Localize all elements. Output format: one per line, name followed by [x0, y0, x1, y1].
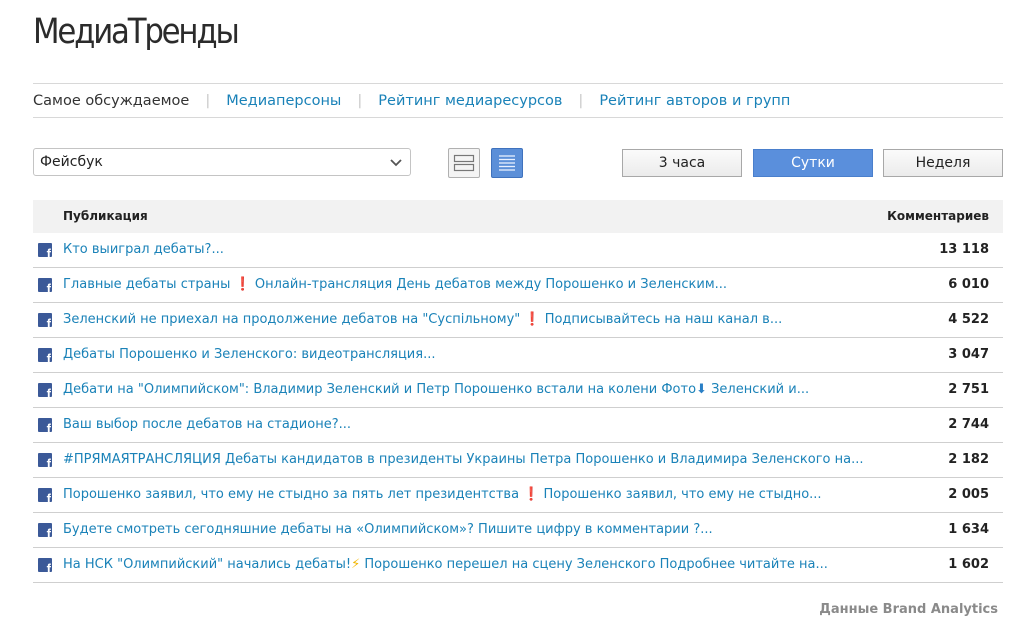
list-icon — [499, 155, 515, 171]
app-title: МедиаТренды — [33, 12, 240, 52]
comment-count: 2 182 — [948, 452, 989, 467]
column-header-publication[interactable]: Публикация — [63, 209, 148, 223]
nav-separator: | — [578, 93, 584, 109]
facebook-icon: f — [38, 418, 52, 432]
table-row: f Дебати на "Олимпийском": Владимир Зеле… — [33, 373, 1003, 408]
facebook-icon: f — [38, 348, 52, 362]
nav-item-media-persons[interactable]: Медиаперсоны — [226, 93, 341, 109]
comment-count: 1 634 — [948, 522, 989, 537]
table-header: Публикация Комментариев — [33, 200, 1003, 233]
facebook-icon: f — [38, 313, 52, 327]
nav-item-media-resources-rating[interactable]: Рейтинг медиаресурсов — [378, 93, 562, 109]
nav-divider — [33, 117, 1003, 118]
comment-count: 1 602 — [948, 557, 989, 572]
publication-link[interactable]: Порошенко заявил, что ему не стыдно за п… — [63, 487, 822, 502]
table-row: f Дебаты Порошенко и Зеленского: видеотр… — [33, 338, 1003, 373]
publication-link[interactable]: Дебати на "Олимпийском": Владимир Зеленс… — [63, 382, 809, 397]
comment-count: 2 751 — [948, 382, 989, 397]
table-row: f Зеленский не приехал на продолжение де… — [33, 303, 1003, 338]
facebook-icon: f — [38, 488, 52, 502]
table-row: f На НСК "Олимпийский" начались дебаты!⚡… — [33, 548, 1003, 583]
publication-link[interactable]: На НСК "Олимпийский" начались дебаты!⚡ П… — [63, 557, 828, 572]
publication-link[interactable]: #ПРЯМАЯТРАНСЛЯЦИЯ Дебаты кандидатов в пр… — [63, 452, 863, 467]
facebook-icon: f — [38, 278, 52, 292]
chevron-down-icon — [390, 159, 402, 167]
view-list-button[interactable] — [491, 148, 523, 178]
table-row: f #ПРЯМАЯТРАНСЛЯЦИЯ Дебаты кандидатов в … — [33, 443, 1003, 478]
publication-link[interactable]: Будете смотреть сегодняшние дебаты на «О… — [63, 522, 713, 537]
nav-separator: | — [205, 93, 211, 109]
table-row: f Главные дебаты страны ❗ Онлайн-трансля… — [33, 268, 1003, 303]
source-select[interactable]: Фейсбук — [33, 148, 411, 176]
publication-link[interactable]: Зеленский не приехал на продолжение деба… — [63, 312, 782, 327]
comment-count: 4 522 — [948, 312, 989, 327]
period-week-button[interactable]: Неделя — [883, 149, 1003, 177]
period-day-button[interactable]: Сутки — [753, 149, 873, 177]
comment-count: 6 010 — [948, 277, 989, 292]
view-two-rows-button[interactable] — [448, 148, 480, 178]
comment-count: 2 744 — [948, 417, 989, 432]
source-select-value: Фейсбук — [40, 154, 103, 170]
period-3h-button[interactable]: 3 часа — [622, 149, 742, 177]
table-row: f Будете смотреть сегодняшние дебаты на … — [33, 513, 1003, 548]
facebook-icon: f — [38, 453, 52, 467]
table-row: f Ваш выбор после дебатов на стадионе?..… — [33, 408, 1003, 443]
top-divider — [33, 83, 1003, 84]
exclamation-icon: ❗ — [523, 487, 540, 502]
facebook-icon: f — [38, 558, 52, 572]
comment-count: 2 005 — [948, 487, 989, 502]
publication-link[interactable]: Кто выиграл дебаты?... — [63, 242, 224, 257]
exclamation-icon: ❗ — [524, 312, 541, 327]
arrow-down-icon: ⬇ — [696, 382, 707, 397]
table-row: f Порошенко заявил, что ему не стыдно за… — [33, 478, 1003, 513]
main-nav: Самое обсуждаемое | Медиаперсоны | Рейти… — [33, 90, 790, 112]
exclamation-icon: ❗ — [234, 277, 251, 292]
comment-count: 3 047 — [948, 347, 989, 362]
facebook-icon: f — [38, 383, 52, 397]
column-header-comments[interactable]: Комментариев — [887, 209, 989, 223]
publications-table: f Кто выиграл дебаты?... 13 118 f Главны… — [33, 233, 1003, 583]
nav-item-most-discussed[interactable]: Самое обсуждаемое — [33, 93, 189, 109]
nav-item-authors-groups-rating[interactable]: Рейтинг авторов и групп — [599, 93, 790, 109]
comment-count: 13 118 — [939, 242, 989, 257]
lightning-icon: ⚡ — [351, 557, 361, 572]
publication-link[interactable]: Дебаты Порошенко и Зеленского: видеотран… — [63, 347, 435, 362]
data-source-credit: Данные Brand Analytics — [819, 602, 998, 617]
nav-separator: | — [357, 93, 363, 109]
publication-link[interactable]: Главные дебаты страны ❗ Онлайн-трансляци… — [63, 277, 727, 292]
publication-link[interactable]: Ваш выбор после дебатов на стадионе?... — [63, 417, 351, 432]
facebook-icon: f — [38, 243, 52, 257]
table-row: f Кто выиграл дебаты?... 13 118 — [33, 233, 1003, 268]
facebook-icon: f — [38, 523, 52, 537]
two-rows-icon — [453, 154, 475, 172]
